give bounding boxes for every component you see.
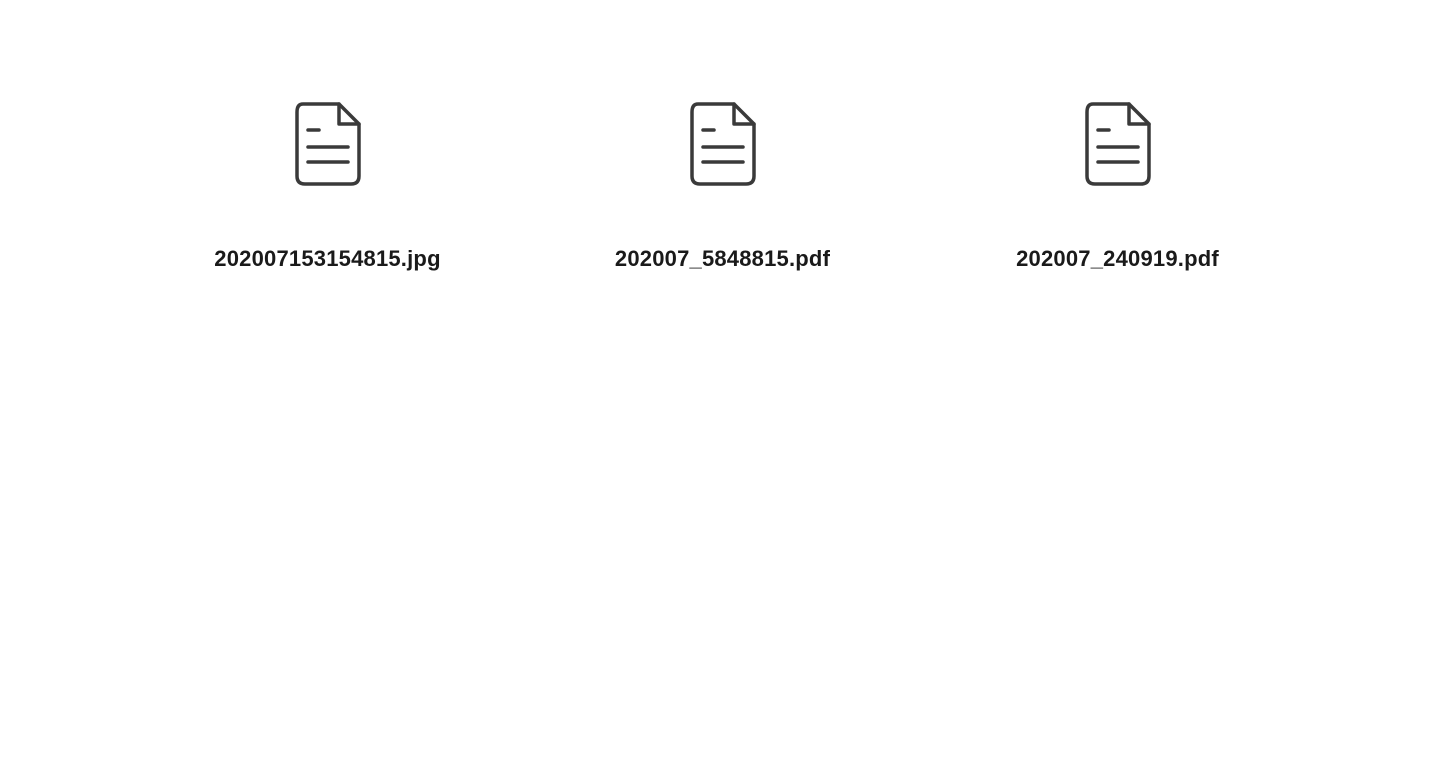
file-item[interactable]: 202007_240919.pdf: [920, 100, 1315, 272]
file-name: 202007_240919.pdf: [1016, 246, 1219, 272]
document-icon: [688, 100, 758, 188]
file-name: 202007_5848815.pdf: [615, 246, 830, 272]
file-name: 202007153154815.jpg: [214, 246, 440, 272]
document-icon: [1083, 100, 1153, 188]
file-item[interactable]: 202007153154815.jpg: [130, 100, 525, 272]
file-grid: 202007153154815.jpg 202007_5848815.pdf 2: [0, 0, 1440, 272]
document-icon: [293, 100, 363, 188]
file-item[interactable]: 202007_5848815.pdf: [525, 100, 920, 272]
